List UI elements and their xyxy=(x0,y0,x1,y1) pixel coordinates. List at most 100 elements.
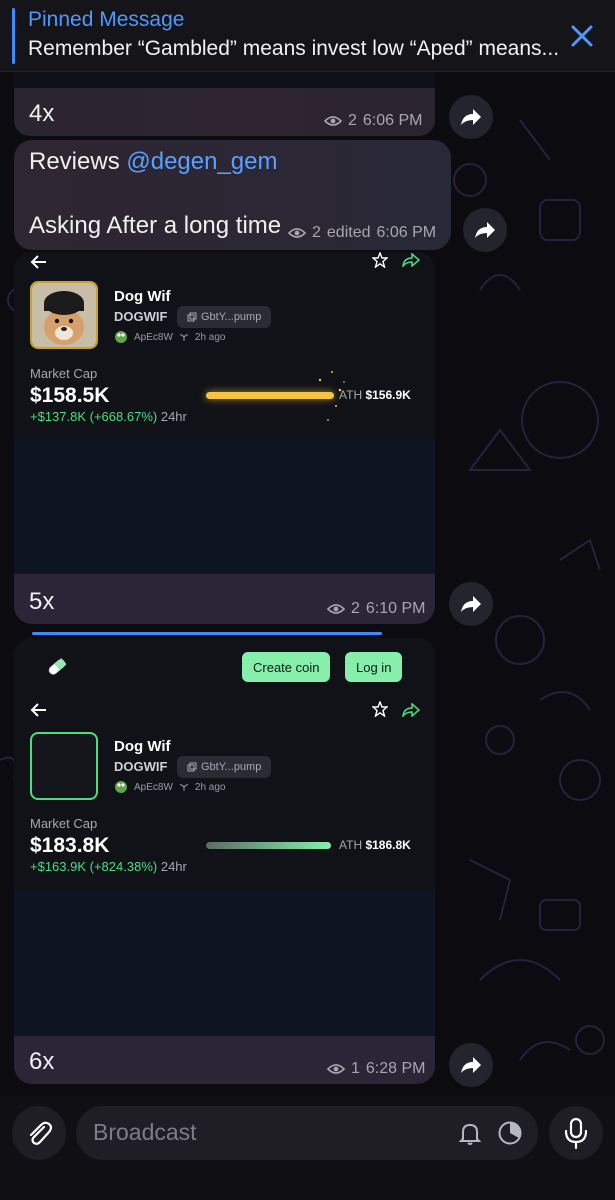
paperclip-icon xyxy=(29,1121,53,1145)
pill-logo-icon xyxy=(48,658,67,675)
ath-progress-bar-green xyxy=(206,842,331,849)
create-coin-button[interactable]: Create coin xyxy=(242,652,331,682)
copy-icon xyxy=(187,762,197,772)
sprout-icon xyxy=(179,334,189,341)
attach-button[interactable] xyxy=(12,1106,66,1160)
ath-label: ATH xyxy=(339,838,363,852)
log-in-button[interactable]: Log in xyxy=(345,652,403,682)
contract-address: GbtY...pump xyxy=(201,761,262,773)
message-time: 6:28 PM xyxy=(365,1060,426,1077)
market-cap-change: +$163.9K (+824.38%) 24hr xyxy=(30,859,187,874)
ath-info: ATH $186.8K xyxy=(339,838,411,852)
media-progress-line xyxy=(32,632,382,635)
edited-label: edited xyxy=(326,224,371,241)
ath-info: ATH $156.9K xyxy=(339,388,411,402)
ath-value: $186.8K xyxy=(365,838,411,852)
coin-avatar xyxy=(30,281,98,349)
contract-address: GbtY...pump xyxy=(201,311,262,323)
view-count: 2 xyxy=(351,600,360,617)
message-meta: 1 6:28 PM xyxy=(327,1060,426,1078)
timer-icon[interactable] xyxy=(497,1120,523,1146)
coin-avatar-placeholder xyxy=(30,732,98,800)
market-cap-change: +$137.8K (+668.67%) 24hr xyxy=(30,409,187,424)
share-icon xyxy=(402,253,420,267)
ath-value: $156.9K xyxy=(365,388,411,402)
sprout-icon xyxy=(179,784,189,791)
market-cap-value: $183.8K xyxy=(30,834,110,857)
coin-name: Dog Wif xyxy=(114,738,171,755)
message-time: 6:10 PM xyxy=(365,600,426,617)
creator-name: ApEc8W xyxy=(134,331,173,343)
message-text-line2: Asking After a long time xyxy=(29,212,282,239)
creator-meta: ApEc8W 2h ago xyxy=(114,780,226,794)
pinned-title: Pinned Message xyxy=(28,8,185,31)
view-count: 1 xyxy=(351,1060,360,1077)
frog-avatar-icon xyxy=(115,331,127,343)
forward-arrow-icon xyxy=(461,1057,481,1073)
message-time: 6:06 PM xyxy=(362,112,423,129)
forward-arrow-icon xyxy=(475,222,495,238)
message-bubble-4x[interactable]: 4x 2 6:06 PM xyxy=(14,72,435,136)
broadcast-input[interactable]: Broadcast xyxy=(76,1106,538,1160)
image-bottom-edge xyxy=(14,72,435,88)
forward-button[interactable] xyxy=(449,95,493,139)
coin-name: Dog Wif xyxy=(114,288,171,305)
message-composer: Broadcast xyxy=(0,1096,615,1200)
back-arrow-icon xyxy=(30,255,46,269)
contract-address-chip: GbtY...pump xyxy=(177,306,272,328)
chart-area-empty xyxy=(14,890,435,1036)
contract-address-chip: GbtY...pump xyxy=(177,756,272,778)
forward-button[interactable] xyxy=(449,582,493,626)
message-text-line1: Reviews @degen_gem xyxy=(29,148,278,176)
microphone-button[interactable] xyxy=(549,1106,603,1160)
coin-age: 2h ago xyxy=(194,331,226,343)
dog-avatar-icon xyxy=(32,283,96,347)
message-time: 6:06 PM xyxy=(376,224,437,241)
message-meta: 2 edited 6:06 PM xyxy=(288,224,436,242)
change-period: 24hr xyxy=(160,859,187,874)
forward-arrow-icon xyxy=(461,596,481,612)
creator-name: ApEc8W xyxy=(134,781,173,793)
pinned-text: Remember “Gambled” means invest low “Ape… xyxy=(28,37,560,60)
message-text-prefix: Reviews xyxy=(29,148,127,175)
pinned-message-bar[interactable]: Pinned Message Remember “Gambled” means … xyxy=(0,0,615,72)
share-icon xyxy=(402,703,420,717)
market-cap-label: Market Cap xyxy=(30,816,98,831)
coin-ticker: DOGWIF xyxy=(114,309,168,324)
forward-button[interactable] xyxy=(449,1043,493,1087)
ath-label: ATH xyxy=(339,388,363,402)
chart-area-empty xyxy=(14,438,435,574)
views-eye-icon xyxy=(327,1064,345,1074)
message-meta: 2 6:06 PM xyxy=(324,112,423,130)
broadcast-placeholder: Broadcast xyxy=(93,1119,197,1145)
mention-link[interactable]: @degen_gem xyxy=(126,148,277,175)
back-arrow-icon xyxy=(30,703,46,717)
creator-meta: ApEc8W 2h ago xyxy=(114,330,226,344)
screenshot-image[interactable]: Create coin Log in Dog Wif DOGWIF GbtY..… xyxy=(14,638,435,1036)
frog-avatar-icon xyxy=(115,781,127,793)
microphone-icon xyxy=(564,1117,588,1149)
copy-icon xyxy=(187,312,197,322)
pinned-accent-line xyxy=(12,8,15,64)
message-bubble-6x[interactable]: Create coin Log in Dog Wif DOGWIF GbtY..… xyxy=(14,638,435,1084)
views-eye-icon xyxy=(324,116,342,126)
star-icon xyxy=(372,701,388,717)
close-icon[interactable] xyxy=(568,22,596,50)
message-bubble-reviews[interactable]: Reviews @degen_gem Asking After a long t… xyxy=(14,140,451,250)
screenshot-image[interactable]: Dog Wif DOGWIF GbtY...pump ApEc8W 2h ago… xyxy=(14,252,435,574)
market-cap-value: $158.5K xyxy=(30,384,110,407)
change-value: +$163.9K (+824.38%) xyxy=(30,859,158,874)
message-text: 6x xyxy=(29,1048,55,1075)
message-text: 5x xyxy=(29,588,55,615)
message-text: 4x xyxy=(29,100,55,127)
market-cap-label: Market Cap xyxy=(30,366,98,381)
forward-button[interactable] xyxy=(463,208,507,252)
forward-arrow-icon xyxy=(461,109,481,125)
change-period: 24hr xyxy=(160,409,187,424)
views-eye-icon xyxy=(327,604,345,614)
message-meta: 2 6:10 PM xyxy=(327,600,426,618)
bell-icon[interactable] xyxy=(457,1120,483,1146)
view-count: 2 xyxy=(312,224,321,241)
view-count: 2 xyxy=(348,112,357,129)
message-bubble-5x[interactable]: Dog Wif DOGWIF GbtY...pump ApEc8W 2h ago… xyxy=(14,252,435,624)
